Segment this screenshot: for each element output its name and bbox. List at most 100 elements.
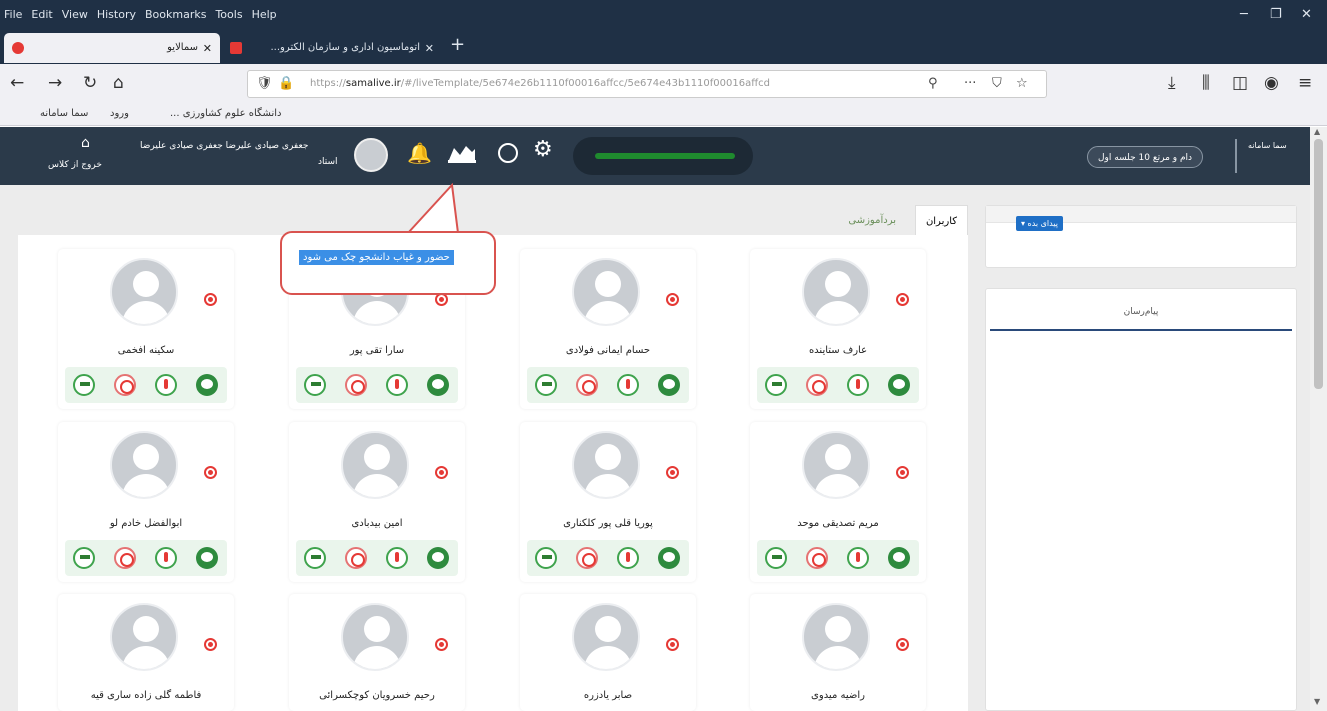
menu-view[interactable]: View: [62, 8, 88, 21]
camera-icon[interactable]: [576, 547, 598, 569]
student-card: فاطمه گلی زاده ساری قیه: [58, 594, 234, 711]
tab-whiteboard[interactable]: بردآموزشی: [838, 205, 906, 237]
sidebar-icon[interactable]: ◫: [1232, 73, 1248, 93]
avatar[interactable]: [354, 138, 388, 172]
camera-icon[interactable]: [114, 374, 136, 396]
camera-icon[interactable]: [576, 374, 598, 396]
brand-logo: سما سامانه: [1248, 141, 1287, 150]
shield-icon[interactable]: 🛡: [256, 76, 273, 91]
tab-close-icon[interactable]: ✕: [203, 42, 212, 55]
record-icon[interactable]: [896, 466, 909, 479]
session-title[interactable]: دام و مرتع 10 جلسه اول: [1087, 146, 1204, 168]
more-actions-icon[interactable]: ···: [964, 76, 976, 91]
home-icon[interactable]: ⌂: [113, 73, 124, 93]
mic-icon[interactable]: [847, 374, 869, 396]
tab-samalive[interactable]: سمالایو ✕: [4, 33, 220, 63]
kick-icon[interactable]: [73, 374, 95, 396]
dropdown-button[interactable]: پیدای بده ▾: [1015, 216, 1063, 231]
chart-icon[interactable]: [448, 143, 476, 163]
chat-icon[interactable]: [427, 374, 449, 396]
record-icon[interactable]: [204, 293, 217, 306]
record-icon[interactable]: [666, 638, 679, 651]
kick-icon[interactable]: [304, 547, 326, 569]
clock-icon[interactable]: [498, 143, 518, 163]
menu-icon[interactable]: ≡: [1298, 73, 1312, 93]
pocket-icon[interactable]: ⛉: [992, 76, 1002, 91]
record-icon[interactable]: [666, 293, 679, 306]
reload-icon[interactable]: ↻: [83, 73, 97, 93]
favicon-icon: [230, 42, 242, 54]
kick-icon[interactable]: [73, 547, 95, 569]
back-icon[interactable]: ←: [10, 73, 24, 93]
tab-users[interactable]: کاربران: [914, 205, 968, 237]
account-icon[interactable]: ◉: [1264, 73, 1279, 93]
record-icon[interactable]: [435, 466, 448, 479]
kick-icon[interactable]: [765, 547, 787, 569]
url-bar[interactable]: 🛡 🔒 https://samalive.ir/#/liveTemplate/5…: [247, 70, 1047, 98]
menu-help[interactable]: Help: [252, 8, 277, 21]
chat-icon[interactable]: [888, 374, 910, 396]
mic-icon[interactable]: [155, 547, 177, 569]
student-card: حسام ایمانی فولادی: [520, 249, 696, 409]
url-text[interactable]: https://samalive.ir/#/liveTemplate/5e674…: [310, 78, 770, 89]
library-icon[interactable]: ⫼: [1202, 73, 1210, 93]
menu-edit[interactable]: Edit: [31, 8, 52, 21]
chat-icon[interactable]: [658, 374, 680, 396]
record-icon[interactable]: [666, 466, 679, 479]
chat-icon[interactable]: [888, 547, 910, 569]
bookmark-login[interactable]: ورود: [110, 108, 129, 119]
chat-icon[interactable]: [427, 547, 449, 569]
student-name: رحیم خسرویان کوچکسرائی: [319, 690, 435, 701]
record-icon[interactable]: [896, 638, 909, 651]
tab-automation[interactable]: اتوماسیون اداری و سازمان الکترو... ✕: [222, 33, 442, 63]
mic-icon[interactable]: [386, 547, 408, 569]
restore-icon[interactable]: ❐: [1270, 7, 1282, 22]
user-name: جعفری صیادی علیرضا جعفری صیادی علیرضا: [140, 141, 309, 151]
gears-icon[interactable]: ⚙: [533, 137, 553, 162]
student-card: عارف ستاینده: [750, 249, 926, 409]
camera-icon[interactable]: [806, 374, 828, 396]
chat-icon[interactable]: [658, 547, 680, 569]
bell-icon[interactable]: 🔔: [407, 141, 432, 165]
camera-icon[interactable]: [345, 374, 367, 396]
camera-icon[interactable]: [345, 547, 367, 569]
menubar: File Edit View History Bookmarks Tools H…: [0, 0, 1327, 30]
close-window-icon[interactable]: ✕: [1301, 7, 1312, 22]
menu-history[interactable]: History: [97, 8, 136, 21]
mic-icon[interactable]: [617, 374, 639, 396]
download-icon[interactable]: ⤓: [1168, 73, 1176, 93]
kick-icon[interactable]: [535, 374, 557, 396]
page-scrollbar[interactable]: ▲ ▼: [1310, 127, 1327, 711]
mic-icon[interactable]: [847, 547, 869, 569]
mic-icon[interactable]: [386, 374, 408, 396]
record-icon[interactable]: [204, 638, 217, 651]
kick-icon[interactable]: [765, 374, 787, 396]
mic-icon[interactable]: [155, 374, 177, 396]
menu-bookmarks[interactable]: Bookmarks: [145, 8, 206, 21]
record-icon[interactable]: [896, 293, 909, 306]
chat-icon[interactable]: [196, 374, 218, 396]
forward-icon[interactable]: →: [48, 73, 62, 93]
mic-icon[interactable]: [617, 547, 639, 569]
chat-icon[interactable]: [196, 547, 218, 569]
record-icon[interactable]: [204, 466, 217, 479]
home-icon[interactable]: ⌂: [81, 135, 90, 151]
tab-close-icon[interactable]: ✕: [425, 42, 434, 55]
camera-icon[interactable]: [806, 547, 828, 569]
key-icon[interactable]: ⚲: [928, 76, 938, 91]
bookmark-star-icon[interactable]: ☆: [1016, 76, 1028, 91]
bookmark-sama[interactable]: سما سامانه: [40, 108, 88, 119]
new-tab-button[interactable]: +: [450, 34, 465, 55]
camera-icon[interactable]: [114, 547, 136, 569]
kick-icon[interactable]: [535, 547, 557, 569]
menu-tools[interactable]: Tools: [215, 8, 242, 21]
minimize-icon[interactable]: ─: [1240, 7, 1248, 22]
lock-icon[interactable]: 🔒: [278, 76, 294, 91]
record-icon[interactable]: [435, 638, 448, 651]
card-controls: [65, 540, 227, 576]
exit-class-link[interactable]: خروج از کلاس: [48, 160, 102, 170]
bookmark-university[interactable]: دانشگاه علوم کشاورزی ...: [170, 108, 282, 119]
card-controls: [757, 540, 919, 576]
kick-icon[interactable]: [304, 374, 326, 396]
menu-file[interactable]: File: [4, 8, 22, 21]
